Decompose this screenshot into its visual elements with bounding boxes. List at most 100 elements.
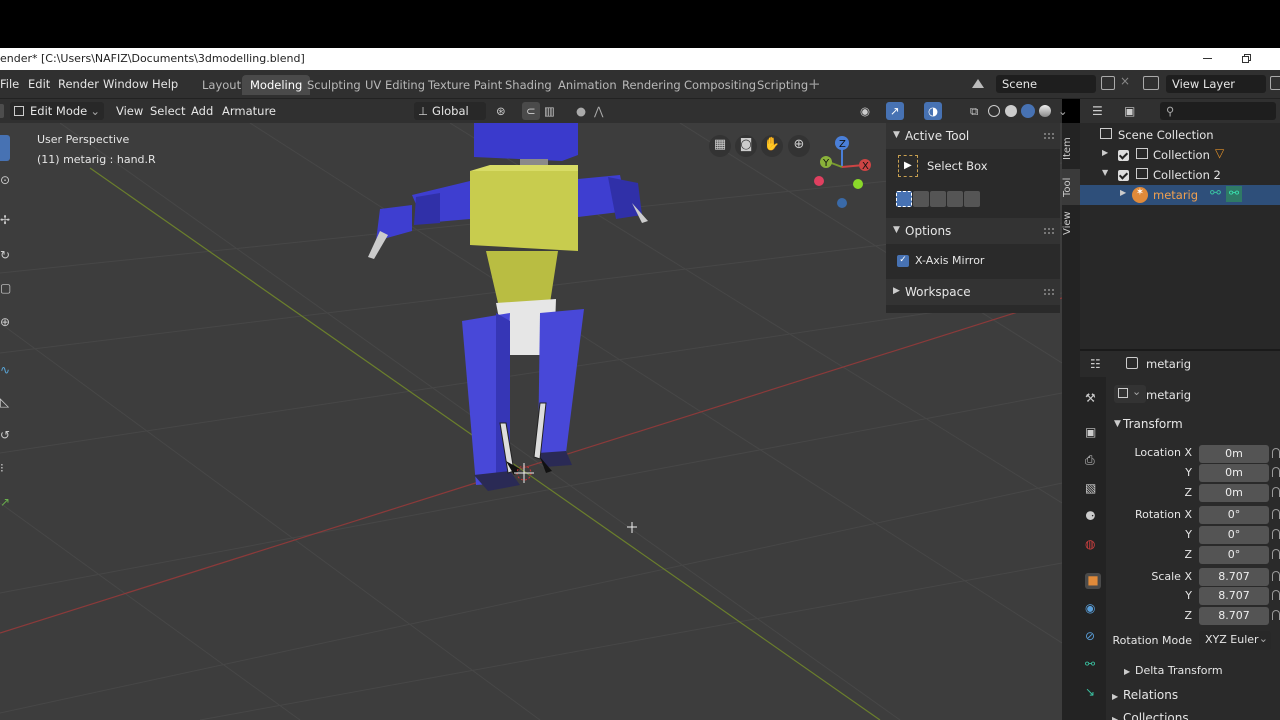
mode-dropdown[interactable]: Edit Mode ⌄ [10,102,104,120]
select-box-tool-icon[interactable]: ▶ [898,155,918,177]
view-layer-field[interactable]: View Layer [1166,75,1266,93]
collections-header[interactable]: Collections [1123,711,1189,720]
collection-2-checkbox[interactable] [1118,170,1129,181]
active-tool-header[interactable]: ▼ Active Tool [886,123,1060,149]
scale-x-field[interactable]: 8.707 [1199,568,1269,586]
select-tool-icon[interactable] [0,135,10,161]
gizmo-toggle-icon[interactable]: ↗ [886,102,904,120]
datablock-type-dropdown[interactable]: ⌄ [1114,385,1146,403]
drag-grip-icon[interactable] [1044,133,1054,139]
remove-scene-icon[interactable]: × [1120,74,1130,88]
outliner-row-collection[interactable]: ▶ Collection ▽ [1080,145,1280,165]
rotation-x-field[interactable]: 0° [1199,506,1269,524]
bone-size-tool-icon[interactable]: ⁝ [0,461,4,475]
menu-help[interactable]: Help [152,77,178,91]
render-props-icon[interactable]: ▣ [1085,425,1101,441]
snap-icon[interactable]: ⊂ [522,102,540,120]
orientation-dropdown[interactable]: ⊥ Global [414,102,486,120]
scale-y-field[interactable]: 8.707 [1199,587,1269,605]
scale-tool-icon[interactable]: ▢ [0,281,11,295]
delta-transform-header[interactable]: Delta Transform [1135,664,1223,677]
shading-dropdown-icon[interactable]: ⌄ [1054,102,1072,120]
rotate-tool-icon[interactable]: ↻ [0,248,10,262]
tab-scripting[interactable]: Scripting [749,75,816,95]
object-name-field[interactable]: metarig [1146,388,1191,402]
solid-shading-icon[interactable] [1005,105,1017,117]
pan-hand-icon[interactable]: ✋ [761,135,783,157]
editor-type-icon[interactable]: ☷ [1090,357,1101,371]
mode-extend-icon[interactable] [913,191,929,207]
rendered-shading-icon[interactable] [1039,105,1051,117]
expand-right-icon[interactable]: ▶ [1124,667,1130,676]
display-mode-icon[interactable]: ▣ [1124,104,1135,118]
scene-icon[interactable] [970,76,986,92]
annotate-tool-icon[interactable]: ∿ [0,363,10,377]
cursor-tool-icon[interactable]: ⊙ [0,173,10,187]
mode-intersect-icon[interactable] [964,191,980,207]
measure-tool-icon[interactable]: ◺ [0,395,9,409]
keyframe-icon[interactable] [1272,549,1280,559]
move-tool-icon[interactable]: ✢ [0,213,10,227]
drag-grip-icon[interactable] [1044,228,1054,234]
roll-tool-icon[interactable]: ↺ [0,428,10,442]
location-x-field[interactable]: 0m [1199,445,1269,463]
scene-field[interactable]: Scene [996,75,1096,93]
drag-grip-icon[interactable] [1044,289,1054,295]
pivot-icon[interactable]: ⊛ [492,102,510,120]
keyframe-icon[interactable] [1272,467,1280,477]
scale-z-field[interactable]: 8.707 [1199,607,1269,625]
keyframe-icon[interactable] [1272,448,1280,458]
new-scene-icon[interactable] [1101,76,1115,90]
menu-add[interactable]: Add [187,102,217,120]
tab-tool[interactable]: Tool [1062,169,1080,205]
overlay-toggle-icon[interactable]: ◑ [924,102,943,120]
extrude-tool-icon[interactable]: ↗ [0,495,10,509]
expand-right-icon[interactable]: ▶ [1112,715,1118,720]
view-layer-props-icon[interactable]: ▧ [1085,481,1101,497]
bone-props-icon[interactable]: ↘ [1085,685,1101,701]
outliner-search-input[interactable]: ⚲ [1160,102,1276,120]
keyframe-icon[interactable] [1272,509,1280,519]
menu-view[interactable]: View [112,102,147,120]
menu-armature[interactable]: Armature [218,102,280,120]
menu-select[interactable]: Select [146,102,189,120]
outliner-row-metarig[interactable]: ▶ ✶ metarig ⚯ ⚯ [1080,185,1280,205]
menu-window[interactable]: Window [103,77,148,91]
navigation-gizmo[interactable]: Z X Y [808,133,878,213]
material-shading-icon[interactable] [1021,104,1035,118]
physics-props-icon[interactable]: ◉ [1085,601,1101,617]
new-view-layer-icon[interactable] [1270,76,1280,90]
workspace-header[interactable]: ▶ Workspace [886,279,1060,305]
view-layer-icon[interactable] [1143,76,1159,90]
x-axis-mirror-checkbox[interactable]: ✓ [897,255,909,267]
rotation-mode-dropdown[interactable]: XYZ Euler ⌄ [1199,631,1271,650]
rotation-y-field[interactable]: 0° [1199,526,1269,544]
transform-header[interactable]: Transform [1123,417,1183,431]
expand-down-icon[interactable]: ▼ [1114,419,1121,429]
camera-view-icon[interactable]: ◙ [735,135,757,157]
output-props-icon[interactable]: ⎙ [1085,453,1101,469]
location-y-field[interactable]: 0m [1199,464,1269,482]
expand-down-icon[interactable]: ▼ [1102,168,1108,177]
object-props-icon[interactable]: ■ [1085,573,1101,589]
expand-right-icon[interactable]: ▶ [1102,148,1108,157]
robot-model[interactable] [368,123,648,491]
scene-props-icon[interactable]: ⚈ [1085,509,1101,525]
menu-file[interactable]: File [0,77,19,91]
proportional-edit-icon[interactable]: ● [572,102,590,120]
transform-tool-icon[interactable]: ⊕ [0,315,10,329]
tab-layout[interactable]: Layout [194,75,249,95]
snap-target-icon[interactable]: ▥ [540,102,559,120]
keyframe-icon[interactable] [1272,590,1280,600]
keyframe-icon[interactable] [1272,610,1280,620]
restore-icon[interactable] [1240,51,1256,67]
keyframe-icon[interactable] [1272,487,1280,497]
wireframe-shading-icon[interactable] [988,105,1000,117]
editor-type-icon[interactable]: ☰ [1092,104,1103,118]
outliner-row-collection-2[interactable]: ▼ Collection 2 [1080,165,1280,185]
rotation-z-field[interactable]: 0° [1199,546,1269,564]
constraint-props-icon[interactable]: ⊘ [1085,629,1101,645]
tab-item[interactable]: Item [1062,129,1080,169]
keyframe-icon[interactable] [1272,571,1280,581]
menu-edit[interactable]: Edit [28,77,50,91]
